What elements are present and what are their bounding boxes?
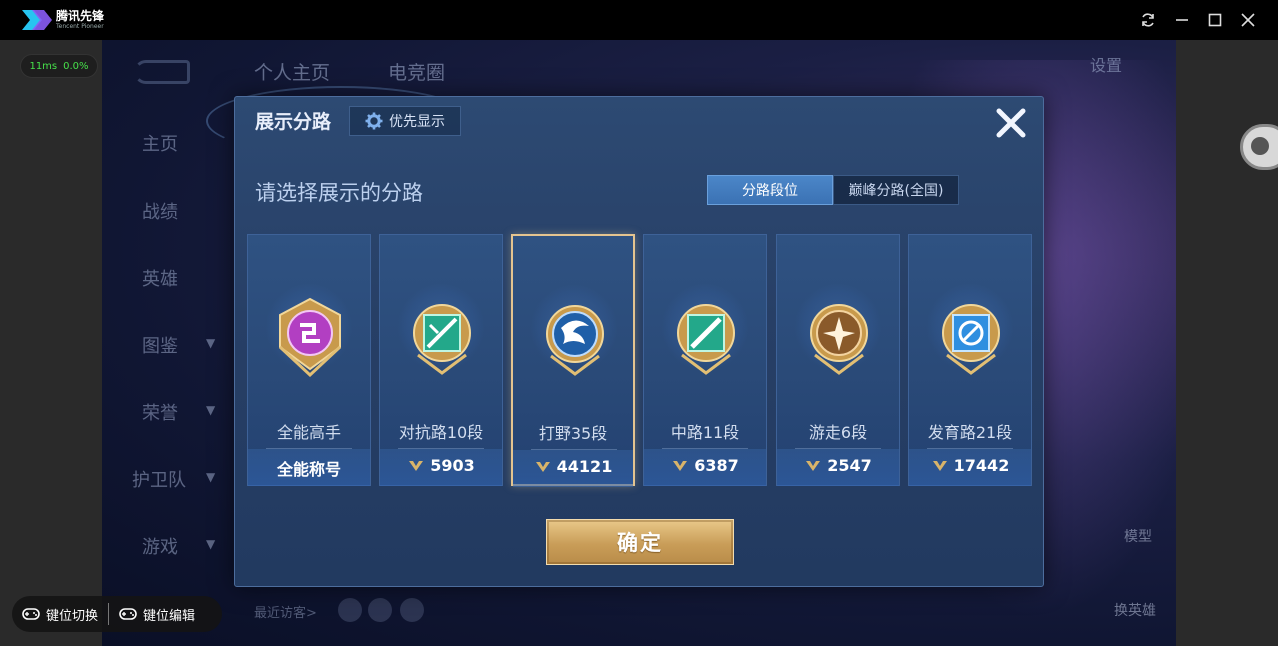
loss-value: 0.0% — [63, 60, 89, 72]
roam-emblem-icon — [810, 304, 868, 375]
nav-guard-team[interactable]: 护卫队 — [132, 466, 186, 492]
close-window-button[interactable] — [1236, 8, 1260, 32]
priority-display-button[interactable]: 优先显示 — [349, 106, 461, 136]
recent-visitors-link[interactable]: 最近访客> — [254, 602, 317, 621]
card-footer: 全能称号 — [248, 456, 370, 480]
score-icon — [932, 460, 947, 471]
refresh-button[interactable] — [1136, 8, 1160, 32]
divider — [662, 448, 748, 449]
brand: 腾讯先锋 Tencent Pioneer — [20, 6, 104, 34]
nav-games[interactable]: 游戏 — [142, 533, 178, 559]
tab-profile[interactable]: 个人主页 — [254, 58, 330, 85]
divider — [531, 449, 617, 450]
dialog-close-button[interactable] — [991, 103, 1031, 143]
network-status: 11ms 0.0% — [20, 54, 98, 78]
side-expand-handle[interactable] — [1240, 124, 1278, 170]
nav-collection[interactable]: 图鉴 — [142, 332, 178, 358]
lane-name: 游走6段 — [808, 423, 868, 442]
score-icon — [806, 460, 821, 471]
brand-subtitle: Tencent Pioneer — [56, 23, 104, 30]
divider — [398, 448, 484, 449]
key-switch-label: 键位切换 — [46, 608, 99, 624]
left-sidebar — [0, 40, 102, 646]
close-icon — [996, 108, 1026, 138]
lane-name: 发育路21段 — [927, 423, 1013, 442]
chevron-down-icon: ▼ — [206, 336, 216, 350]
nav-home[interactable]: 主页 — [142, 130, 178, 156]
gamepad-icon — [119, 608, 137, 620]
card-footer: 17442 — [909, 456, 1031, 475]
window-titlebar: 腾讯先锋 Tencent Pioneer — [0, 0, 1278, 40]
close-icon — [1241, 13, 1255, 27]
card-footer: 5903 — [380, 456, 502, 475]
lane-card-clash[interactable]: 对抗路10段 5903 — [379, 234, 503, 486]
jungle-emblem-icon — [546, 305, 604, 376]
key-switch-button[interactable]: 键位切换 — [12, 605, 108, 624]
nav-heroes[interactable]: 英雄 — [142, 265, 178, 291]
lane-card-all-round[interactable]: 全能高手 全能称号 — [247, 234, 371, 486]
lane-name: 中路11段 — [670, 423, 740, 442]
dialog-title: 展示分路 — [255, 111, 332, 133]
score-icon — [409, 460, 424, 471]
lane-card-farm[interactable]: 发育路21段 17442 — [908, 234, 1032, 486]
model-button[interactable]: 模型 — [1124, 526, 1152, 546]
nav-record[interactable]: 战绩 — [142, 198, 178, 224]
visitor-avatar[interactable] — [338, 598, 362, 622]
lane-score: 6387 — [694, 456, 739, 475]
tab-peak-lane[interactable]: 巅峰分路(全国) — [833, 175, 959, 205]
lane-card-jungle[interactable]: 打野35段 44121 — [511, 234, 635, 487]
lane-name: 全能高手 — [276, 423, 341, 442]
gear-icon — [365, 112, 383, 130]
lane-score: 5903 — [430, 456, 475, 475]
score-icon — [535, 461, 550, 472]
lane-score: 44121 — [556, 457, 613, 476]
lane-score: 17442 — [953, 456, 1010, 475]
clash-lane-emblem-icon — [413, 304, 471, 375]
chevron-down-icon: ▼ — [206, 403, 216, 417]
lane-card-roam[interactable]: 游走6段 2547 — [776, 234, 900, 486]
chevron-down-icon: ▼ — [206, 470, 216, 484]
key-mapping-bar: 键位切换 键位编辑 — [12, 596, 222, 632]
maximize-icon — [1208, 13, 1222, 27]
key-edit-button[interactable]: 键位编辑 — [109, 605, 205, 624]
chevron-down-icon: ▼ — [206, 537, 216, 551]
brand-logo-icon — [20, 6, 52, 34]
score-icon — [673, 460, 688, 471]
ping-value: 11ms — [29, 60, 58, 72]
settings-button[interactable]: 设置 — [1090, 52, 1122, 76]
farm-lane-emblem-icon — [942, 304, 1000, 375]
tab-esports[interactable]: 电竞圈 — [388, 58, 445, 85]
all-round-emblem-icon — [278, 297, 342, 377]
key-edit-label: 键位编辑 — [143, 608, 196, 624]
select-lane-prompt: 请选择展示的分路 — [255, 181, 423, 205]
card-footer: 6387 — [644, 456, 766, 475]
card-footer: 44121 — [513, 457, 633, 476]
nav-honor[interactable]: 荣誉 — [142, 399, 178, 425]
tab-lane-rank[interactable]: 分路段位 — [707, 175, 833, 205]
minimize-button[interactable] — [1170, 8, 1194, 32]
lane-display-dialog: 展示分路 优先显示 请选择展示的分路 分路段位 巅峰分路(全国) 全能高手 全能… — [234, 96, 1044, 587]
visitor-avatar[interactable] — [368, 598, 392, 622]
all-round-title: 全能称号 — [276, 460, 341, 479]
gamepad-icon — [22, 608, 40, 620]
divider — [266, 448, 352, 449]
lane-name: 对抗路10段 — [398, 423, 484, 442]
divider — [927, 448, 1013, 449]
mid-lane-emblem-icon — [677, 304, 735, 375]
confirm-button[interactable]: 确定 — [546, 519, 734, 565]
back-button[interactable] — [134, 60, 190, 84]
visitor-avatar[interactable] — [400, 598, 424, 622]
maximize-button[interactable] — [1203, 8, 1227, 32]
brand-name: 腾讯先锋 — [56, 9, 105, 23]
priority-label: 优先显示 — [389, 114, 445, 130]
change-hero-button[interactable]: 换英雄 — [1114, 600, 1156, 620]
card-footer: 2547 — [777, 456, 899, 475]
refresh-icon — [1142, 13, 1154, 27]
lane-name: 打野35段 — [538, 424, 608, 443]
lane-card-mid[interactable]: 中路11段 6387 — [643, 234, 767, 486]
divider — [795, 448, 881, 449]
minimize-icon — [1176, 19, 1188, 21]
lane-score: 2547 — [827, 456, 872, 475]
